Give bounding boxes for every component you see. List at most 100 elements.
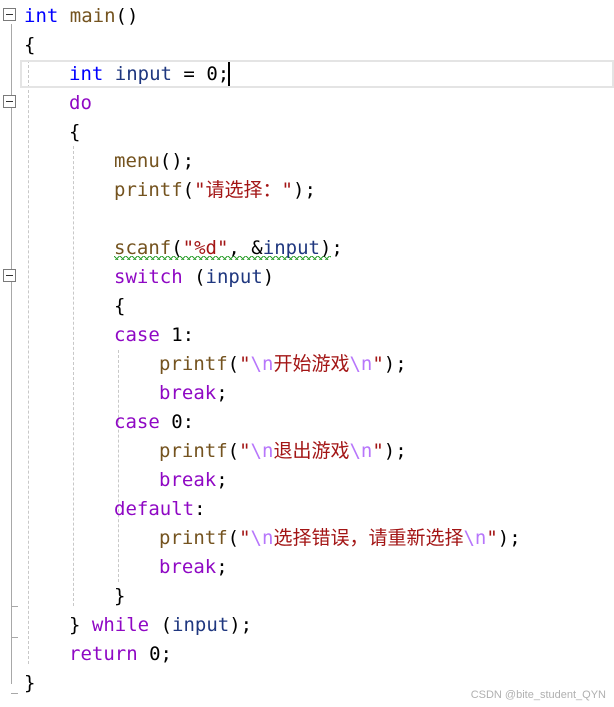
- collapse-switch-icon[interactable]: [3, 269, 16, 282]
- keyword-switch: switch: [114, 266, 183, 288]
- keyword-do: do: [69, 92, 92, 114]
- function-name-main: main: [69, 5, 116, 27]
- collapse-main-icon[interactable]: [3, 8, 16, 21]
- colon: :: [182, 411, 195, 433]
- code-line-main-signature[interactable]: int main(): [24, 2, 138, 30]
- code-line-main-open-brace[interactable]: {: [24, 31, 35, 59]
- semicolon: ;: [395, 353, 407, 375]
- code-line-input-declaration[interactable]: int input = 0;: [69, 60, 229, 88]
- keyword-break: break: [159, 382, 217, 404]
- semicolon: ;: [182, 150, 195, 172]
- code-line-break[interactable]: break;: [159, 553, 228, 581]
- paren-open: (: [159, 150, 172, 172]
- keyword-case: case: [114, 411, 160, 433]
- code-line-menu-call[interactable]: menu();: [114, 147, 194, 175]
- brace-open: {: [114, 295, 126, 317]
- escape-sequence-newline: \n: [349, 440, 373, 462]
- keyword-while: while: [91, 614, 150, 636]
- variable-input: input: [262, 237, 320, 259]
- string-quote: ": [372, 353, 384, 375]
- code-line-do[interactable]: do: [69, 89, 92, 117]
- variable-input: input: [172, 614, 230, 636]
- function-call-printf: printf: [159, 527, 228, 549]
- code-line-printf-start-game[interactable]: printf("\n开始游戏\n");: [159, 350, 407, 378]
- string-quote: ": [239, 353, 251, 375]
- code-line-switch-open-brace[interactable]: {: [114, 292, 125, 320]
- code-line-case-0[interactable]: case 0:: [114, 408, 194, 436]
- watermark: CSDN @bite_student_QYN: [470, 689, 606, 701]
- colon: :: [182, 324, 195, 346]
- string-quote: ": [372, 440, 384, 462]
- string-literal-start-game: 开始游戏: [273, 353, 350, 375]
- escape-sequence-newline: \n: [463, 527, 487, 549]
- paren-open: (: [115, 5, 127, 27]
- number-literal: 1: [171, 324, 183, 346]
- paren-close: ): [383, 440, 396, 462]
- paren-open: (: [227, 353, 240, 375]
- number-literal: 0: [206, 63, 218, 85]
- code-line-while[interactable]: } while (input);: [69, 611, 252, 639]
- text-caret: [228, 62, 230, 86]
- code-line-do-open-brace[interactable]: {: [69, 118, 80, 146]
- code-line-case-1[interactable]: case 1:: [114, 321, 194, 349]
- paren-close: ): [292, 179, 305, 201]
- indent-guide: [118, 350, 119, 582]
- brace-close: }: [24, 672, 36, 694]
- indent-guide: [28, 60, 29, 664]
- semicolon: ;: [395, 440, 407, 462]
- semicolon: ;: [240, 614, 253, 636]
- collapse-do-icon[interactable]: [3, 95, 16, 108]
- string-literal-exit-game: 退出游戏: [273, 440, 350, 462]
- code-line-scanf-call[interactable]: scanf("%d", &input);: [114, 234, 343, 262]
- warning-squiggle[interactable]: scanf("%d", &input): [114, 237, 332, 260]
- code-line-main-close-brace[interactable]: }: [24, 669, 35, 697]
- escape-sequence-newline: \n: [250, 353, 274, 375]
- code-editor[interactable]: int main() { int input = 0; do { menu();…: [0, 0, 614, 707]
- brace-open: {: [69, 121, 81, 143]
- paren-open: (: [227, 527, 240, 549]
- paren-close: ): [319, 237, 332, 259]
- number-literal: 0: [149, 643, 161, 665]
- brace-close: }: [69, 614, 81, 636]
- address-of-operator: , &: [228, 237, 263, 259]
- number-literal: 0: [171, 411, 183, 433]
- code-line-switch-close-brace[interactable]: }: [114, 582, 125, 610]
- semicolon: ;: [331, 237, 343, 259]
- code-line-printf-error[interactable]: printf("\n选择错误，请重新选择\n");: [159, 524, 521, 552]
- escape-sequence-newline: \n: [250, 527, 274, 549]
- variable-input: input: [114, 63, 172, 85]
- paren-open: (: [160, 614, 173, 636]
- keyword-break: break: [159, 469, 217, 491]
- code-line-printf-prompt[interactable]: printf("请选择：");: [114, 176, 316, 204]
- code-line-break[interactable]: break;: [159, 379, 228, 407]
- paren-close: ): [383, 353, 396, 375]
- semicolon: ;: [509, 527, 521, 549]
- semicolon: ;: [216, 556, 228, 578]
- fold-end-main-marker: [11, 693, 18, 694]
- string-literal-error: 选择错误，请重新选择: [273, 527, 464, 549]
- outline-gutter-line: [11, 24, 12, 684]
- function-call-scanf: scanf: [114, 237, 172, 259]
- semicolon: ;: [304, 179, 316, 201]
- assign-operator: =: [171, 63, 207, 85]
- fold-end-switch-marker: [11, 606, 18, 607]
- semicolon: ;: [216, 469, 228, 491]
- brace-close: }: [114, 585, 126, 607]
- code-line-default[interactable]: default:: [114, 495, 206, 523]
- keyword-default: default: [114, 498, 195, 520]
- function-call-menu: menu: [114, 150, 160, 172]
- string-literal-format: "%d": [182, 237, 229, 259]
- code-line-break[interactable]: break;: [159, 466, 228, 494]
- string-quote: ": [486, 527, 498, 549]
- escape-sequence-newline: \n: [250, 440, 274, 462]
- keyword-return: return: [69, 643, 138, 665]
- code-line-return[interactable]: return 0;: [69, 640, 172, 668]
- paren-open: (: [182, 179, 195, 201]
- code-line-printf-exit-game[interactable]: printf("\n退出游戏\n");: [159, 437, 407, 465]
- function-call-printf: printf: [159, 353, 228, 375]
- string-quote: ": [239, 527, 251, 549]
- paren-open: (: [171, 237, 183, 259]
- escape-sequence-newline: \n: [349, 353, 373, 375]
- code-line-switch[interactable]: switch (input): [114, 263, 274, 291]
- keyword-case: case: [114, 324, 160, 346]
